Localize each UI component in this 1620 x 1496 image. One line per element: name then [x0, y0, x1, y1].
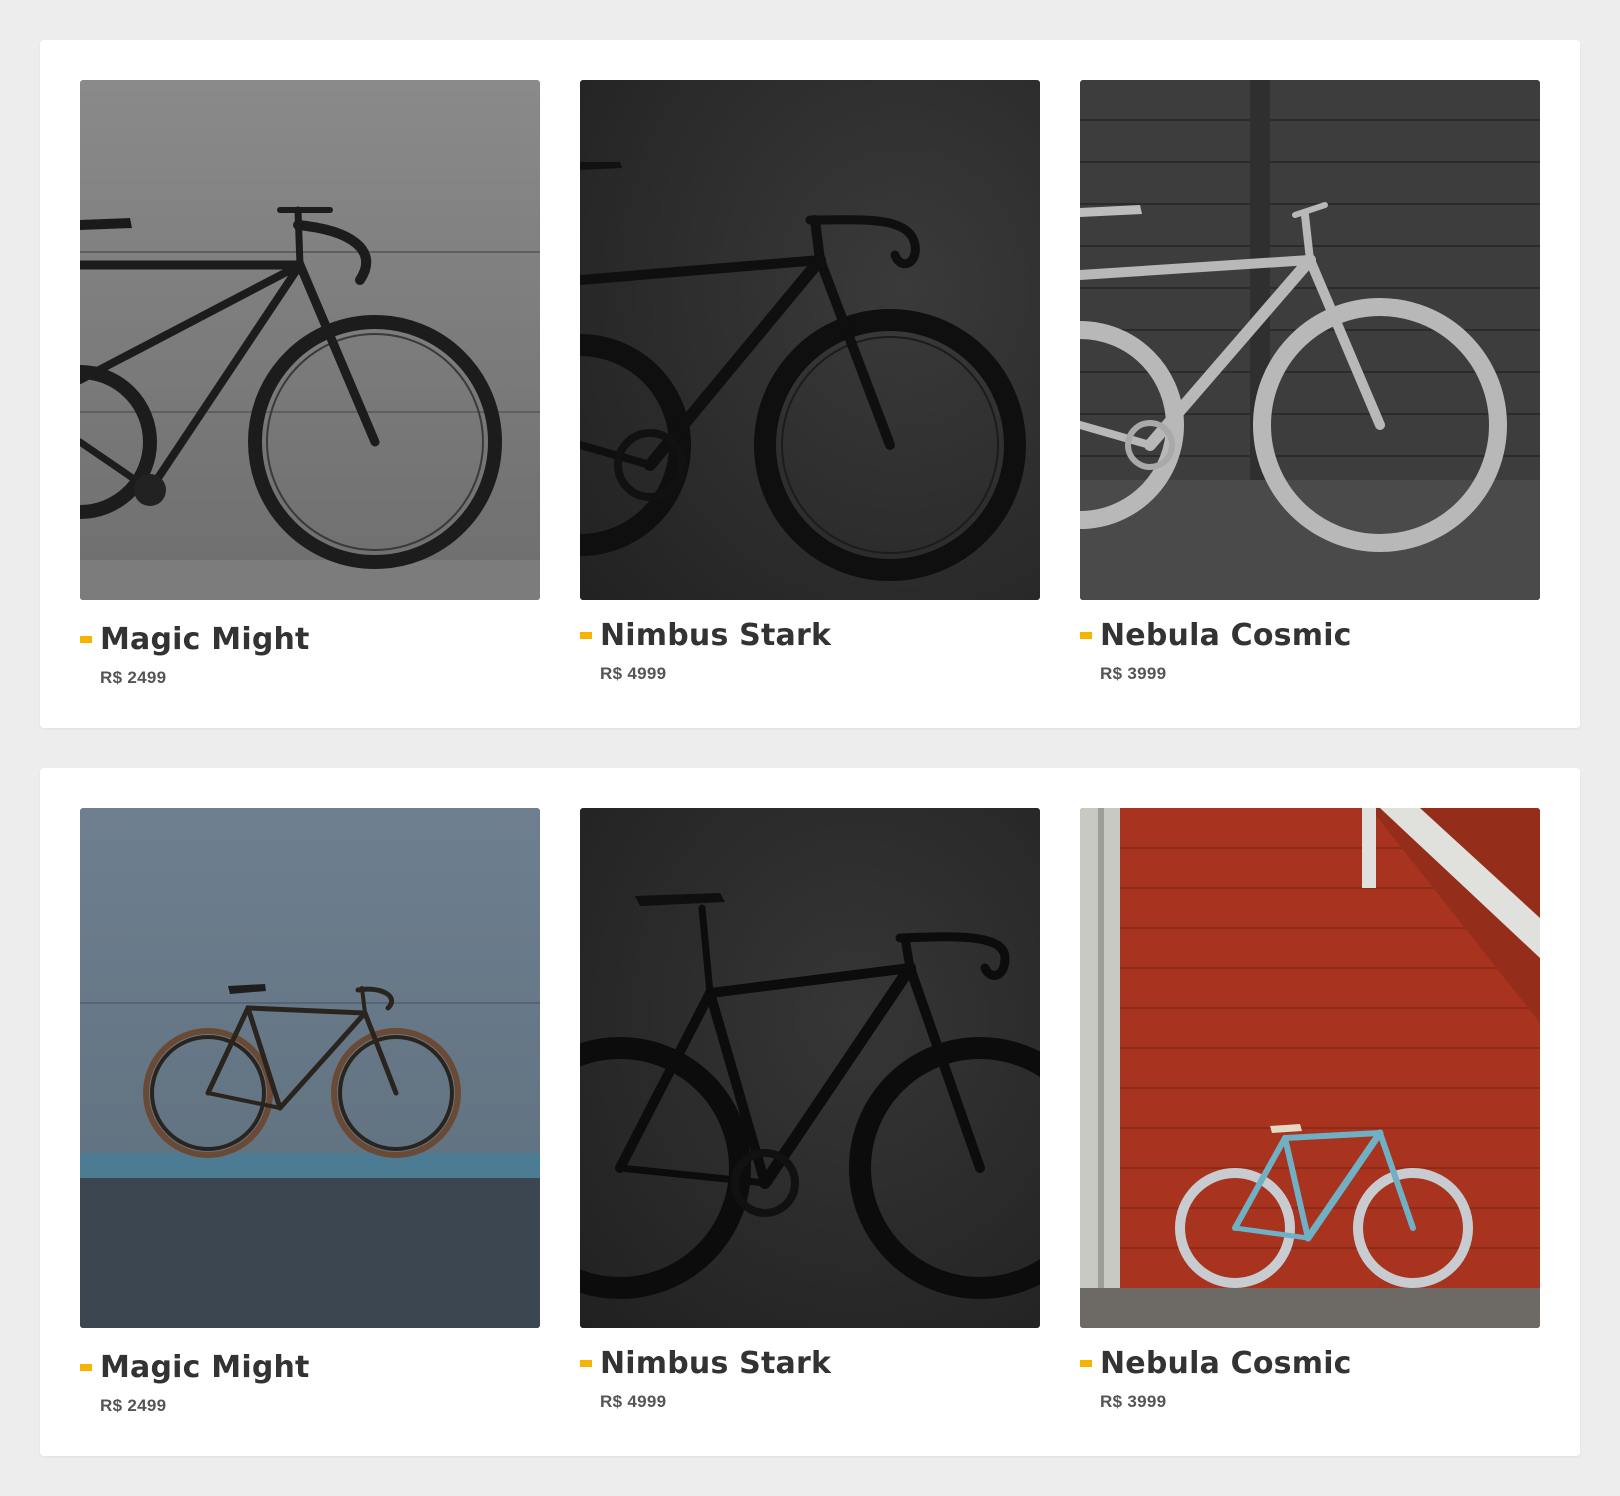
product-price: R$ 2499 — [100, 668, 167, 687]
product-name[interactable]: Nimbus Stark — [600, 1346, 831, 1381]
product-card[interactable]: Nimbus Stark R$ 4999 — [580, 808, 1040, 1412]
product-card[interactable]: Nebula Cosmic R$ 3999 — [1080, 808, 1540, 1412]
product-title-row: Magic Might — [80, 1346, 540, 1388]
product-title-row: Magic Might — [80, 618, 540, 660]
product-title-row: Nebula Cosmic — [1080, 1342, 1540, 1384]
product-title-row: Nebula Cosmic — [1080, 614, 1540, 656]
product-price: R$ 2499 — [100, 1396, 167, 1415]
product-image[interactable] — [1080, 808, 1540, 1328]
product-name[interactable]: Nimbus Stark — [600, 618, 831, 653]
product-section-1: Magic Might R$ 2499 Nimbus Stark R$ 4999… — [40, 40, 1580, 728]
accent-marker — [580, 631, 592, 639]
product-image[interactable] — [80, 80, 540, 600]
product-name[interactable]: Magic Might — [100, 1350, 310, 1385]
product-card[interactable]: Nebula Cosmic R$ 3999 — [1080, 80, 1540, 684]
accent-marker — [580, 1359, 592, 1367]
product-card[interactable]: Magic Might R$ 2499 — [80, 80, 540, 688]
product-image[interactable] — [580, 808, 1040, 1328]
accent-marker — [1080, 631, 1092, 639]
product-name[interactable]: Nebula Cosmic — [1100, 1346, 1352, 1381]
product-image[interactable] — [1080, 80, 1540, 600]
product-title-row: Nimbus Stark — [580, 1342, 1040, 1384]
product-card[interactable]: Magic Might R$ 2499 — [80, 808, 540, 1416]
product-price: R$ 4999 — [600, 664, 667, 683]
accent-marker — [80, 1363, 92, 1371]
product-image[interactable] — [580, 80, 1040, 600]
product-price: R$ 3999 — [1100, 1392, 1167, 1411]
product-name[interactable]: Magic Might — [100, 622, 310, 657]
product-price: R$ 4999 — [600, 1392, 667, 1411]
product-section-2: Magic Might R$ 2499 Nimbus Stark R$ 4999… — [40, 768, 1580, 1456]
accent-marker — [80, 635, 92, 643]
product-card[interactable]: Nimbus Stark R$ 4999 — [580, 80, 1040, 684]
product-name[interactable]: Nebula Cosmic — [1100, 618, 1352, 653]
accent-marker — [1080, 1359, 1092, 1367]
product-title-row: Nimbus Stark — [580, 614, 1040, 656]
product-price: R$ 3999 — [1100, 664, 1167, 683]
product-image[interactable] — [80, 808, 540, 1328]
